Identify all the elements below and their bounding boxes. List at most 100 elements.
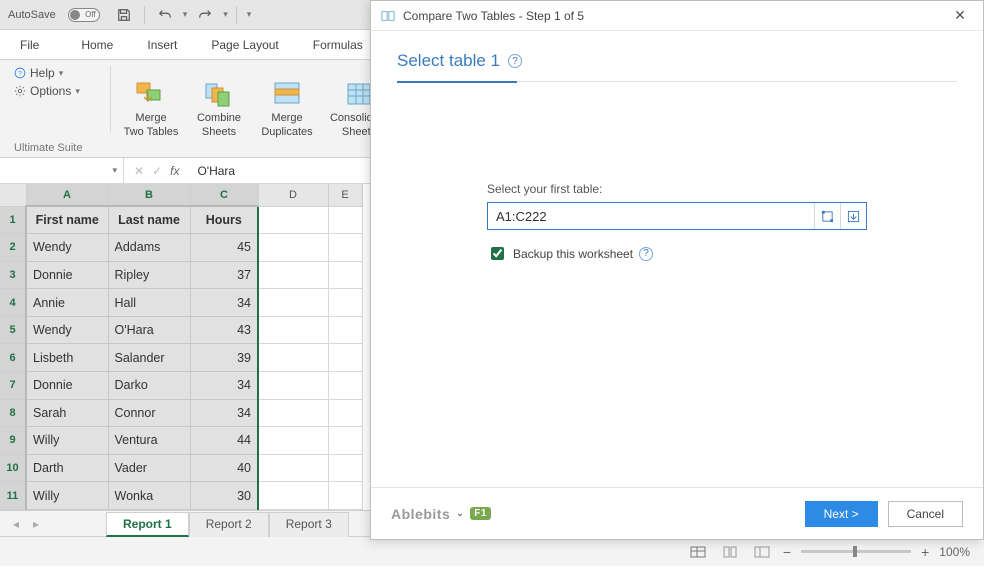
cell[interactable]: 34	[190, 399, 258, 427]
row-header[interactable]: 2	[0, 234, 26, 262]
cell[interactable]: 30	[190, 482, 258, 510]
help-button[interactable]: ? Help ▾	[14, 66, 102, 80]
cell[interactable]	[328, 289, 362, 317]
sheet-tab[interactable]: Report 2	[189, 512, 269, 537]
cell[interactable]: Addams	[108, 234, 190, 262]
cell[interactable]: 34	[190, 289, 258, 317]
ribbon-tab-insert[interactable]: Insert	[141, 38, 183, 52]
cell[interactable]: Hall	[108, 289, 190, 317]
col-header[interactable]: D	[258, 184, 328, 206]
backup-checkbox-row[interactable]: Backup this worksheet ?	[487, 244, 867, 263]
cell[interactable]	[258, 372, 328, 400]
cell[interactable]: 45	[190, 234, 258, 262]
col-header[interactable]: B	[108, 184, 190, 206]
cell[interactable]: Willy	[26, 482, 108, 510]
ribbon-tab-formulas[interactable]: Formulas	[307, 38, 369, 52]
zoom-slider[interactable]	[801, 550, 911, 553]
row-header[interactable]: 1	[0, 206, 26, 234]
range-input[interactable]	[488, 209, 814, 224]
cell[interactable]: Connor	[108, 399, 190, 427]
ribbon-tab-file[interactable]: File	[6, 38, 53, 52]
table-header-cell[interactable]: Last name	[108, 206, 190, 234]
cell[interactable]: Wendy	[26, 316, 108, 344]
row-header[interactable]: 5	[0, 316, 26, 344]
zoom-in-icon[interactable]: +	[921, 544, 929, 560]
sheet-nav-next-icon[interactable]: ▸	[26, 517, 46, 531]
undo-icon[interactable]	[153, 3, 177, 27]
cell[interactable]: O'Hara	[108, 316, 190, 344]
redo-icon[interactable]	[193, 3, 217, 27]
cell[interactable]: 44	[190, 427, 258, 455]
cell[interactable]	[258, 261, 328, 289]
cell[interactable]	[258, 206, 328, 234]
cell[interactable]	[328, 206, 362, 234]
combine-sheets-button[interactable]: Combine Sheets	[187, 78, 251, 138]
close-icon[interactable]: ✕	[947, 7, 973, 24]
row-header[interactable]: 7	[0, 372, 26, 400]
row-header[interactable]: 8	[0, 399, 26, 427]
sheet-tab[interactable]: Report 3	[269, 512, 349, 537]
name-box[interactable]: ▾	[0, 158, 124, 183]
cell[interactable]	[258, 399, 328, 427]
help-icon[interactable]: ?	[508, 54, 522, 68]
zoom-value[interactable]: 100%	[939, 545, 970, 559]
cell[interactable]: Darth	[26, 454, 108, 482]
cell[interactable]	[258, 344, 328, 372]
cell[interactable]: Wonka	[108, 482, 190, 510]
cell[interactable]: 34	[190, 372, 258, 400]
qat-customize-icon[interactable]: ▾	[247, 9, 252, 20]
cell[interactable]: Vader	[108, 454, 190, 482]
cell[interactable]: Wendy	[26, 234, 108, 262]
row-header[interactable]: 3	[0, 261, 26, 289]
cell[interactable]: 43	[190, 316, 258, 344]
view-pagelayout-icon[interactable]	[719, 543, 741, 561]
backup-checkbox[interactable]	[491, 247, 504, 260]
cell[interactable]: Annie	[26, 289, 108, 317]
cell[interactable]	[328, 454, 362, 482]
cell[interactable]	[328, 427, 362, 455]
cell[interactable]: 37	[190, 261, 258, 289]
cancel-button[interactable]: Cancel	[888, 501, 963, 527]
merge-duplicates-button[interactable]: Merge Duplicates	[251, 78, 323, 138]
cell[interactable]	[328, 399, 362, 427]
cell[interactable]: Lisbeth	[26, 344, 108, 372]
cell[interactable]: Donnie	[26, 372, 108, 400]
row-header[interactable]: 10	[0, 454, 26, 482]
cell[interactable]	[328, 261, 362, 289]
cell[interactable]: Ripley	[108, 261, 190, 289]
row-header[interactable]: 11	[0, 482, 26, 510]
view-normal-icon[interactable]	[687, 543, 709, 561]
row-header[interactable]: 9	[0, 427, 26, 455]
range-expand-icon[interactable]	[840, 203, 866, 229]
cell[interactable]	[328, 482, 362, 510]
view-pagebreak-icon[interactable]	[751, 543, 773, 561]
row-header[interactable]: 6	[0, 344, 26, 372]
brand-label[interactable]: Ablebits ⌄ F1	[391, 506, 491, 522]
table-header-cell[interactable]: First name	[26, 206, 108, 234]
sheet-nav-prev-icon[interactable]: ◂	[6, 517, 26, 531]
cell[interactable]: Ventura	[108, 427, 190, 455]
merge-two-tables-button[interactable]: Merge Two Tables	[115, 78, 187, 138]
cell[interactable]: Sarah	[26, 399, 108, 427]
cell[interactable]	[328, 316, 362, 344]
next-button[interactable]: Next >	[805, 501, 878, 527]
undo-dropdown-icon[interactable]: ▾	[183, 9, 188, 20]
dialog-titlebar[interactable]: Compare Two Tables - Step 1 of 5 ✕	[371, 1, 983, 31]
col-header[interactable]: A	[26, 184, 108, 206]
help-icon[interactable]: ?	[639, 247, 653, 261]
cell[interactable]: 40	[190, 454, 258, 482]
col-header[interactable]: C	[190, 184, 258, 206]
cell[interactable]	[328, 372, 362, 400]
sheet-tab[interactable]: Report 1	[106, 512, 189, 537]
row-header[interactable]: 4	[0, 289, 26, 317]
cell[interactable]	[328, 234, 362, 262]
range-select-icon[interactable]	[814, 203, 840, 229]
cell[interactable]	[258, 289, 328, 317]
cancel-formula-icon[interactable]: ✕	[134, 164, 144, 178]
ribbon-tab-pagelayout[interactable]: Page Layout	[205, 38, 284, 52]
cell[interactable]	[258, 316, 328, 344]
autosave-toggle[interactable]: Off	[68, 8, 100, 22]
enter-formula-icon[interactable]: ✓	[152, 164, 162, 178]
cell[interactable]	[328, 344, 362, 372]
col-header[interactable]: E	[328, 184, 362, 206]
